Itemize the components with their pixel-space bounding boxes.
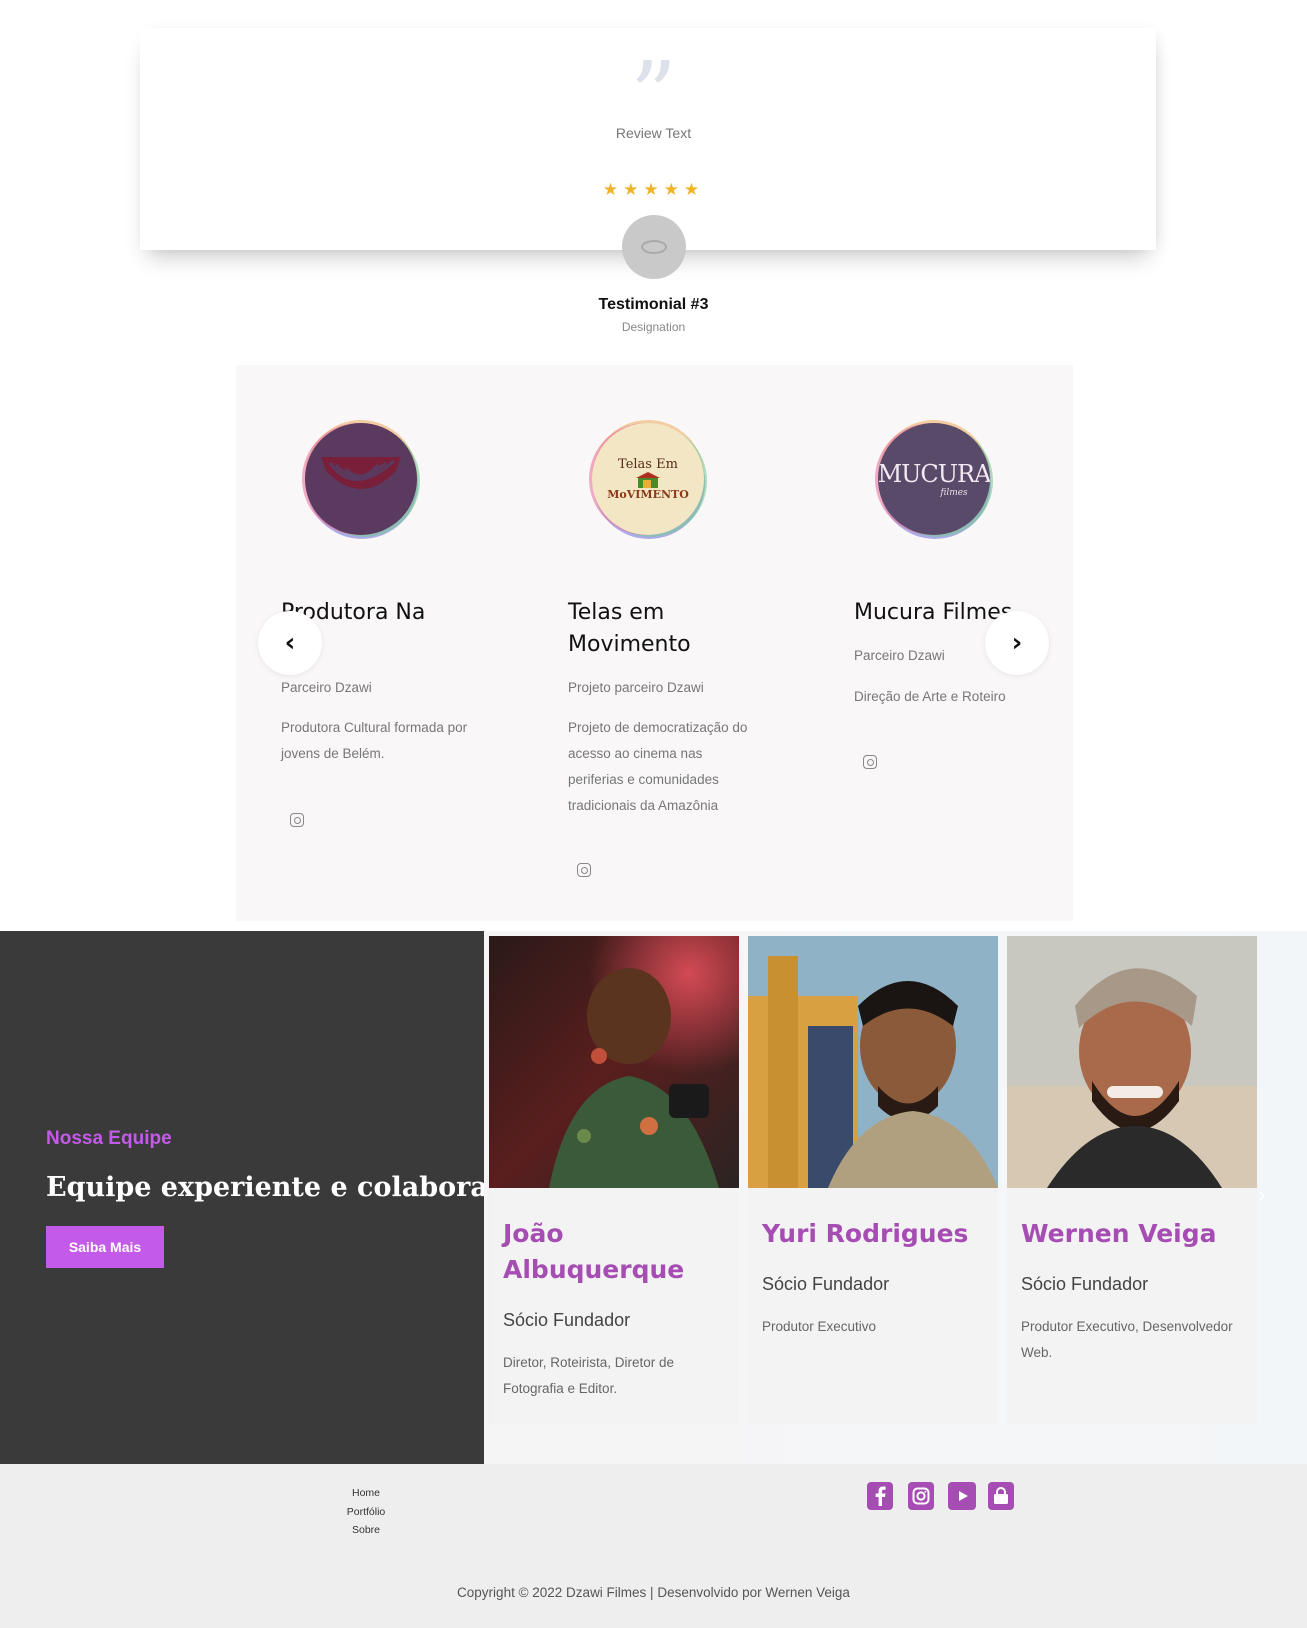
partner-logo: MUCURA filmes bbox=[878, 423, 990, 535]
team-next-arrow[interactable]: › bbox=[1258, 1183, 1266, 1207]
member-name: Wernen Veiga bbox=[1021, 1219, 1217, 1248]
saiba-mais-button[interactable]: Saiba Mais bbox=[46, 1226, 164, 1268]
member-name: João Albuquerque bbox=[503, 1219, 685, 1284]
partner-subtitle: Parceiro Dzawi bbox=[281, 680, 372, 695]
copyright-text: Copyright © 2022 Dzawi Filmes | Desenvol… bbox=[457, 1585, 850, 1600]
partners-carousel: Produtora Na Lúa Parceiro Dzawi Produtor… bbox=[236, 365, 1073, 921]
team-member-card: João Albuquerque Sócio Fundador Diretor,… bbox=[489, 936, 739, 1424]
team-member-card: Yuri Rodrigues Sócio Fundador Produtor E… bbox=[748, 936, 998, 1424]
youtube-icon[interactable] bbox=[948, 1482, 976, 1510]
member-name: Yuri Rodrigues bbox=[762, 1219, 969, 1248]
partner-subtitle: Parceiro Dzawi bbox=[854, 648, 945, 663]
member-description: Produtor Executivo bbox=[762, 1319, 877, 1334]
member-description: Diretor, Roteirista, Diretor de Fotograf… bbox=[503, 1355, 675, 1396]
team-eyebrow: Nossa Equipe bbox=[46, 1128, 172, 1149]
partner-logo: Telas Em MoVIMENTO bbox=[592, 423, 704, 535]
member-photo bbox=[748, 936, 998, 1188]
partner-subtitle: Projeto parceiro Dzawi bbox=[568, 680, 704, 695]
partner-title: Telas em Movimento bbox=[568, 600, 691, 657]
partner-description: Direção de Arte e Roteiro bbox=[854, 689, 1006, 704]
member-role: Sócio Fundador bbox=[503, 1310, 631, 1330]
partner-description: Produtora Cultural formada por jovens de… bbox=[281, 720, 468, 761]
footer bbox=[0, 1464, 1307, 1628]
footer-nav: Home Portfólio Sobre bbox=[340, 1484, 392, 1540]
team-heading: Equipe experiente e colaborativa. bbox=[46, 1172, 484, 1203]
member-photo bbox=[489, 936, 739, 1188]
rating-stars: ★★★★★ bbox=[602, 180, 705, 199]
instagram-icon[interactable] bbox=[290, 813, 304, 827]
review-text: Review Text bbox=[615, 125, 692, 141]
shopping-bag-icon[interactable] bbox=[988, 1482, 1014, 1510]
member-photo bbox=[1007, 936, 1257, 1188]
footer-link-portfolio[interactable]: Portfólio bbox=[340, 1503, 392, 1522]
chevron-right-icon: › bbox=[1011, 628, 1023, 658]
facebook-icon[interactable] bbox=[867, 1482, 893, 1510]
member-role: Sócio Fundador bbox=[1021, 1274, 1149, 1294]
carousel-prev-button[interactable]: ‹ bbox=[258, 611, 322, 675]
member-description: Produtor Executivo, Desenvolvedor Web. bbox=[1021, 1319, 1233, 1360]
footer-link-home[interactable]: Home bbox=[340, 1484, 392, 1503]
footer-link-sobre[interactable]: Sobre bbox=[340, 1521, 392, 1540]
instagram-icon[interactable] bbox=[863, 755, 877, 769]
testimonial-name: Testimonial #3 bbox=[598, 296, 709, 313]
partner-description: Projeto de democratização do acesso ao c… bbox=[568, 720, 748, 813]
instagram-icon[interactable] bbox=[577, 863, 591, 877]
carousel-next-button[interactable]: › bbox=[985, 611, 1049, 675]
team-member-card: Wernen Veiga Sócio Fundador Produtor Exe… bbox=[1007, 936, 1257, 1424]
testimonial-designation: Designation bbox=[621, 320, 686, 334]
partner-logo bbox=[305, 423, 417, 535]
member-role: Sócio Fundador bbox=[762, 1274, 890, 1294]
chevron-left-icon: ‹ bbox=[284, 628, 296, 658]
instagram-icon[interactable] bbox=[908, 1482, 934, 1510]
testimonial-avatar bbox=[622, 215, 686, 279]
